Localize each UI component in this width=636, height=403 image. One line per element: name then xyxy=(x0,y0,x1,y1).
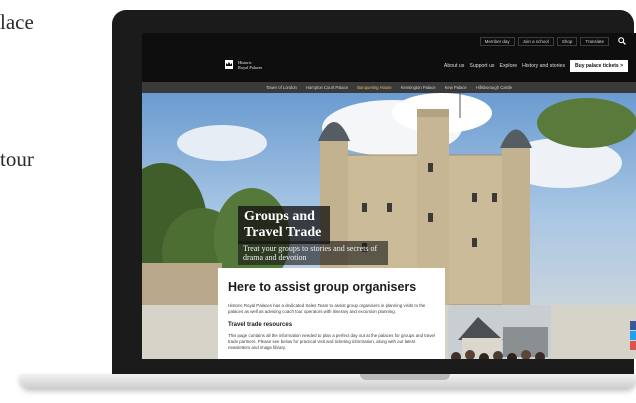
palace-nav: Tower of London Hampton Court Palace Ban… xyxy=(142,82,636,93)
side-caption-bottom: tour xyxy=(0,147,34,171)
palace-tower-of-london[interactable]: Tower of London xyxy=(266,85,297,90)
twitter-share-icon[interactable] xyxy=(630,331,636,340)
nav-support-us[interactable]: Support us xyxy=(469,63,494,69)
crown-icon xyxy=(225,60,233,69)
palace-hillsborough[interactable]: Hillsborough Castle xyxy=(476,85,512,90)
utility-link-member-day[interactable]: Member day xyxy=(479,37,515,46)
share-icon[interactable] xyxy=(630,341,636,350)
facebook-share-icon[interactable] xyxy=(630,321,636,330)
content-intro: Historic Royal Palaces has a dedicated S… xyxy=(228,303,426,314)
hero-banner: Groups and Travel Trade Treat your group… xyxy=(142,93,636,359)
content-heading: Here to assist group organisers xyxy=(228,280,417,294)
search-icon[interactable] xyxy=(618,36,626,47)
content-subheading: Travel trade resources xyxy=(228,322,293,328)
palace-kew[interactable]: Kew Palace xyxy=(445,85,467,90)
brand-name: Historic Royal Palaces xyxy=(238,59,263,70)
main-nav: Historic Royal Palaces About us Support … xyxy=(142,50,636,82)
hero-title: Groups and Travel Trade xyxy=(238,206,330,244)
palace-banqueting-house[interactable]: Banqueting House xyxy=(357,85,391,90)
brand-logo[interactable]: Historic Royal Palaces xyxy=(224,59,262,70)
content-card: Here to assist group organisers Historic… xyxy=(218,268,445,359)
utility-bar: Member day Join a school Shop Translate xyxy=(142,33,636,50)
laptop-screen: Member day Join a school Shop Translate … xyxy=(142,33,636,359)
side-caption-top: lace xyxy=(0,10,34,34)
primary-nav: About us Support us Explore History and … xyxy=(444,60,628,72)
laptop-notch xyxy=(360,374,450,380)
nav-history-stories[interactable]: History and stories xyxy=(522,63,565,69)
nav-about-us[interactable]: About us xyxy=(444,63,464,69)
group-photo xyxy=(448,305,551,359)
palace-hampton-court[interactable]: Hampton Court Palace xyxy=(306,85,348,90)
nav-explore[interactable]: Explore xyxy=(499,63,517,69)
utility-link-translate[interactable]: Translate xyxy=(580,37,609,46)
utility-link-shop[interactable]: Shop xyxy=(556,37,578,46)
buy-tickets-button[interactable]: Buy palace tickets > xyxy=(570,60,628,72)
content-resources-text: This page contains all the information n… xyxy=(228,333,435,350)
palace-kensington[interactable]: Kensington Palace xyxy=(401,85,436,90)
utility-link-join-school[interactable]: Join a school xyxy=(517,37,554,46)
laptop-base xyxy=(20,374,636,388)
hero-subtitle: Treat your groups to stories and secrets… xyxy=(238,241,388,265)
